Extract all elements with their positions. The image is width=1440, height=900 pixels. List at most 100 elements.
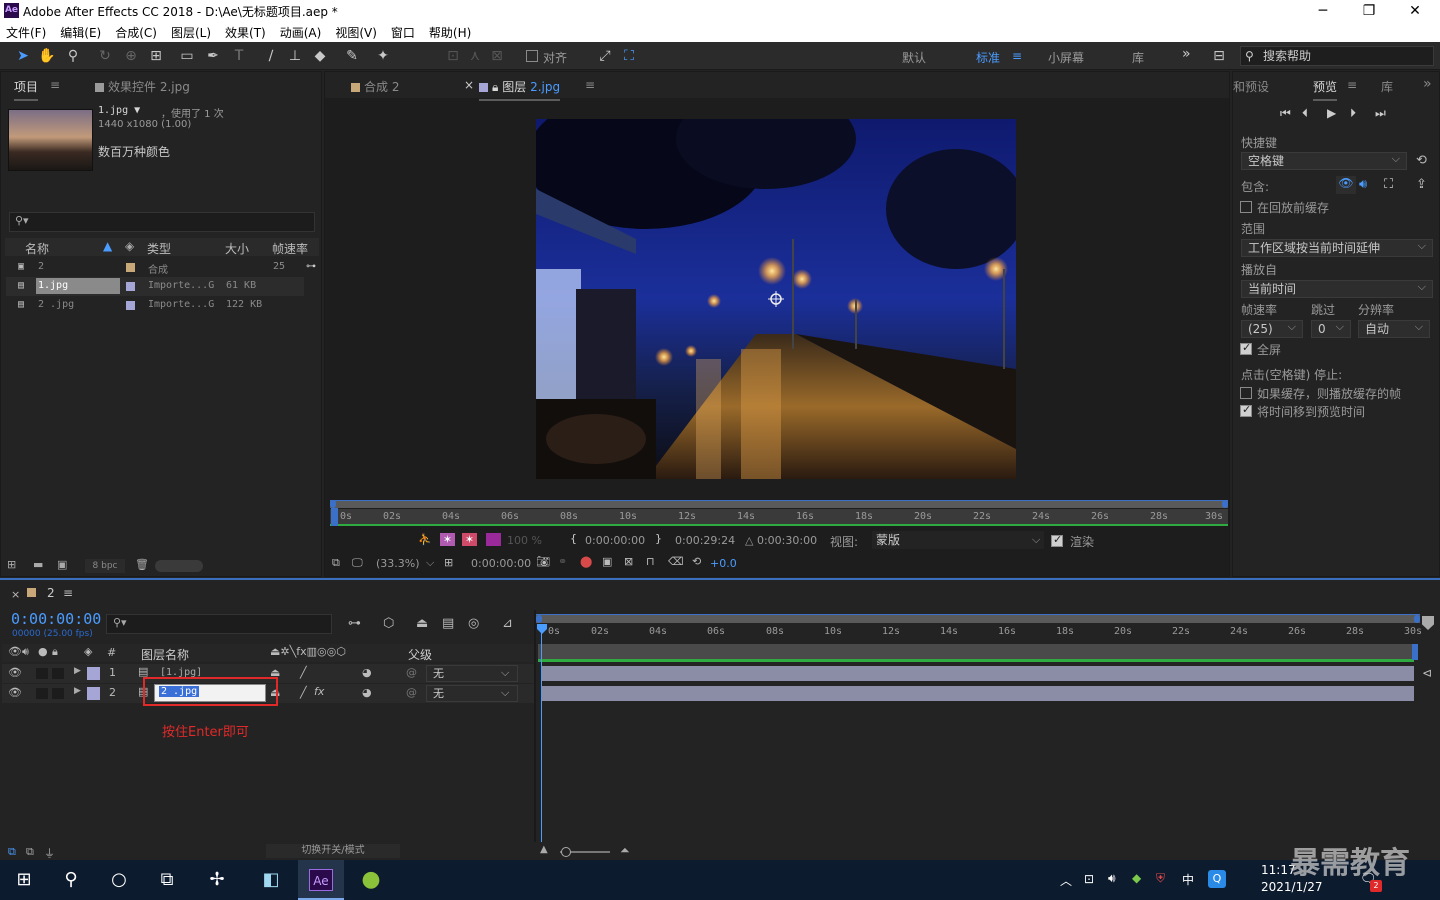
panel-menu-icon[interactable]: ≡	[1347, 78, 1357, 92]
channel-icon[interactable]: ⬤	[580, 555, 592, 568]
pinwheel-app-icon[interactable]: ✢	[204, 868, 230, 892]
range-dropdown[interactable]: 工作区域按当前时间延伸	[1241, 238, 1433, 257]
menu-edit[interactable]: 编辑(E)	[60, 24, 101, 41]
zoom-tool-icon[interactable]: ⚲	[64, 47, 82, 65]
project-row[interactable]: ▤ 2 .jpg Importe...G 122 KB	[6, 296, 304, 315]
axis-local-icon[interactable]: ⊡	[444, 47, 462, 65]
interpret-footage-icon[interactable]: ⊞	[7, 558, 16, 571]
col-type[interactable]: 类型	[147, 240, 171, 257]
new-comp-icon[interactable]: ▣	[57, 558, 67, 571]
hand-tool-icon[interactable]: ✋	[38, 47, 56, 65]
edit-out-icon[interactable]: ✶	[462, 533, 477, 546]
first-frame-icon[interactable]: ⏮	[1280, 106, 1291, 121]
layer-bar[interactable]	[542, 686, 1414, 701]
cortana-icon[interactable]: ○	[106, 868, 132, 892]
axis-world-icon[interactable]: ⋏	[466, 47, 484, 65]
next-frame-icon[interactable]: ⏵	[1350, 106, 1356, 121]
search-icon[interactable]: ⚲	[58, 868, 84, 892]
reset-icon[interactable]: ⟲	[1416, 153, 1427, 168]
region-icon[interactable]: ▣	[602, 555, 612, 568]
zoom-slider-handle[interactable]	[561, 847, 571, 857]
always-preview-icon[interactable]: ⧉	[332, 556, 340, 570]
play-icon[interactable]: ▶	[1327, 106, 1336, 120]
flowchart-icon[interactable]: ⊶	[306, 261, 316, 272]
ime-indicator[interactable]: 中	[1182, 871, 1194, 888]
expand-triangle-icon[interactable]: ▶	[74, 666, 81, 676]
motion-path-icon[interactable]: ⛹	[418, 533, 432, 546]
label-swatch[interactable]	[87, 667, 100, 680]
exposure-icon[interactable]: ⟲	[692, 555, 701, 568]
axis-view-icon[interactable]: ⊠	[488, 47, 506, 65]
minimize-button[interactable]: ─	[1300, 0, 1346, 22]
reset-exposure-icon[interactable]: ⌫	[668, 555, 684, 568]
graph-editor-icon[interactable]: ⊿	[502, 616, 513, 631]
roto-brush-tool-icon[interactable]: ✎	[343, 47, 361, 65]
framerate-dropdown[interactable]: (25)	[1241, 319, 1303, 338]
menu-animation[interactable]: 动画(A)	[280, 24, 322, 41]
more-panels-icon[interactable]: »	[1423, 76, 1432, 92]
network-icon[interactable]: ⊡	[1084, 872, 1094, 886]
notebook-app-icon[interactable]: ◧	[258, 868, 284, 892]
selection-tool-icon[interactable]: ➤	[14, 47, 32, 65]
close-button[interactable]: ✕	[1392, 0, 1438, 22]
menu-file[interactable]: 文件(F)	[6, 24, 46, 41]
qq-icon[interactable]: Q	[1208, 870, 1226, 888]
snapshot-icon[interactable]: 📷︎	[536, 555, 550, 568]
tab-composition[interactable]: 合成 2	[351, 78, 399, 95]
opacity-value[interactable]: 100 %	[507, 534, 542, 547]
overlays-icon[interactable]: ⛶	[1384, 177, 1393, 192]
cache-before-checkbox[interactable]	[1240, 201, 1252, 213]
frame-blending-icon[interactable]: ▤	[442, 616, 454, 631]
bpc-button[interactable]: 8 bpc	[85, 559, 125, 573]
export-icon[interactable]: ⇪	[1416, 177, 1427, 192]
edit-in-icon[interactable]: ✶	[440, 533, 455, 546]
quality-switch-icon[interactable]: ╱	[300, 686, 307, 699]
adjustment-switch-icon[interactable]: ◕	[362, 686, 372, 699]
clock-date[interactable]: 2021/1/27	[1261, 880, 1323, 894]
video-eye-icon[interactable]: 👁︎	[8, 645, 22, 658]
col-layer-name[interactable]: 图层名称	[141, 646, 189, 663]
col-size[interactable]: 大小	[225, 240, 249, 257]
col-parent[interactable]: 父级	[408, 646, 432, 663]
new-folder-icon[interactable]: ▬	[33, 558, 43, 571]
current-time-indicator[interactable]	[331, 508, 338, 526]
in-out-icon[interactable]: ⏚	[44, 845, 55, 861]
work-area-bar[interactable]	[536, 614, 1420, 623]
motion-blur-icon[interactable]: ◎	[468, 616, 479, 631]
label-swatch[interactable]	[87, 687, 100, 700]
workspace-menu-icon[interactable]: ≡	[1012, 49, 1022, 63]
toggle-switches-modes[interactable]: 切换开关/模式	[266, 844, 400, 858]
in-point-icon[interactable]: {	[570, 532, 577, 545]
exposure-value[interactable]: +0.0	[710, 557, 737, 570]
help-search-input[interactable]: 搜索帮助	[1240, 46, 1434, 66]
grid-icon[interactable]: ⊞	[444, 556, 453, 569]
quality-switch-icon[interactable]: ╱	[300, 666, 307, 679]
render-checkbox[interactable]	[1051, 533, 1063, 547]
pick-whip-icon[interactable]: @	[406, 686, 417, 699]
comp-flowchart-icon[interactable]: ⊓	[646, 555, 655, 568]
chevron-up-icon[interactable]: ︿	[1060, 872, 1072, 889]
fx-switch-icon[interactable]: fx	[314, 685, 324, 698]
zoom-out-icon[interactable]: ▲	[540, 844, 548, 855]
melon-app-icon[interactable]: ●	[358, 868, 384, 892]
project-search-input[interactable]	[9, 212, 315, 232]
display-icon[interactable]: 🖵	[352, 556, 363, 570]
menu-effect[interactable]: 效果(T)	[225, 24, 266, 41]
close-tab-icon[interactable]: ×	[11, 588, 20, 601]
work-area-bar[interactable]	[330, 500, 1228, 508]
tab-project[interactable]: 项目	[14, 78, 39, 101]
skip-dropdown[interactable]: 0	[1311, 319, 1351, 338]
snap-feature-icon[interactable]: ⛶	[620, 47, 638, 65]
audio-speaker-icon[interactable]: 🔊︎	[1359, 177, 1367, 192]
workspace-more[interactable]: »	[1182, 46, 1191, 62]
workspace-default[interactable]: 默认	[902, 49, 926, 66]
tab-effects-presets[interactable]: 和预设	[1233, 78, 1269, 95]
zoom-dropdown[interactable]: (33.3%)	[376, 557, 420, 570]
comp-mini-flowchart-icon[interactable]: ⊶	[348, 616, 361, 631]
clone-stamp-tool-icon[interactable]: ⊥	[286, 47, 304, 65]
timeline-tab-name[interactable]: 2	[47, 586, 55, 600]
project-row[interactable]: ▣ 2 合成 25 ⊶	[6, 258, 316, 277]
ae-taskbar-icon[interactable]: Ae	[309, 869, 333, 891]
panel-menu-icon[interactable]: ≡	[585, 78, 595, 92]
if-cached-checkbox[interactable]	[1240, 387, 1252, 399]
